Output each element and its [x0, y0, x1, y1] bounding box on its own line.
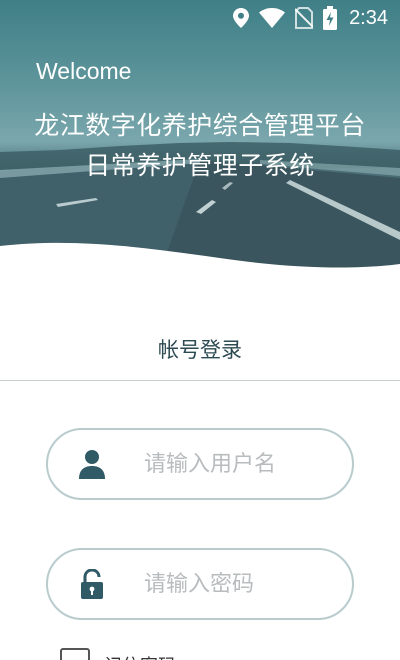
header-banner: 2:34 Welcome 龙江数字化养护综合管理平台 日常养护管理子系统: [0, 0, 400, 272]
status-time: 2:34: [349, 6, 388, 29]
status-bar: 2:34: [0, 0, 400, 36]
password-field[interactable]: [46, 548, 354, 620]
tab-account-login[interactable]: 帐号登录: [0, 334, 400, 364]
location-icon: [233, 8, 250, 28]
remember-password-checkbox[interactable]: [60, 648, 90, 660]
remember-password-label: 记住密码: [104, 652, 176, 660]
password-input[interactable]: [144, 550, 344, 618]
welcome-text: Welcome: [36, 58, 132, 84]
username-field[interactable]: [46, 428, 354, 500]
no-sim-icon: [295, 7, 314, 29]
battery-charging-icon: [323, 6, 338, 30]
remember-password[interactable]: 记住密码: [60, 648, 176, 660]
wifi-icon: [259, 8, 286, 28]
user-icon: [79, 450, 105, 479]
lock-icon: [81, 569, 103, 599]
app-subtitle: 日常养护管理子系统: [85, 151, 315, 180]
app-title: 龙江数字化养护综合管理平台: [34, 111, 366, 140]
username-input[interactable]: [144, 430, 344, 498]
divider: [0, 380, 400, 381]
